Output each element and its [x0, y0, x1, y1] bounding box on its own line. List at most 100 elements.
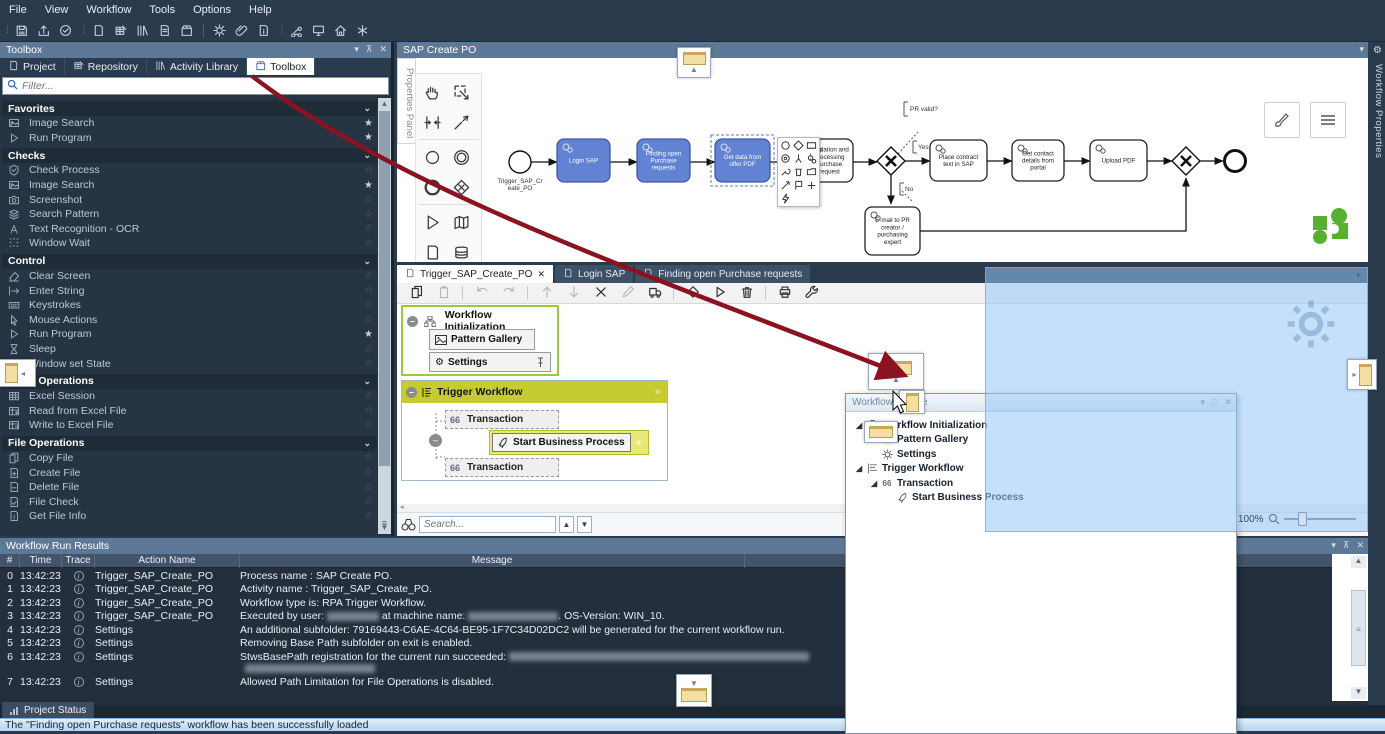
editor-paste-button[interactable] — [430, 285, 457, 302]
editor-edit-button[interactable] — [614, 285, 641, 302]
save-toolbar-button[interactable] — [11, 22, 33, 40]
section-favorites[interactable]: Favorites⌄ — [2, 101, 377, 116]
editor-arrow-up-button[interactable] — [533, 285, 560, 302]
menu-help[interactable]: Help — [240, 2, 281, 18]
editor-copy-button[interactable] — [403, 285, 430, 302]
search-prev-button[interactable]: ▲ — [559, 516, 574, 533]
toolbox-item[interactable]: Clear Screen ☆ — [2, 269, 377, 284]
editor-delete-x-button[interactable] — [587, 285, 614, 302]
favorite-star-icon[interactable]: ☆ — [364, 209, 373, 220]
toolbox-item[interactable]: Screenshot ☆ — [2, 192, 377, 207]
pin-icon[interactable]: ⊼ — [366, 44, 373, 55]
collapse-icon[interactable]: – — [406, 387, 417, 398]
home-toolbar-button[interactable] — [329, 22, 351, 40]
menu-file[interactable]: File — [0, 2, 36, 18]
scroll-down-icon[interactable]: ▼ — [1351, 687, 1366, 699]
section-file-operations[interactable]: File Operations⌄ — [2, 436, 377, 451]
tab-project-status[interactable]: Project Status — [2, 702, 94, 718]
favorite-star-icon[interactable]: ☆ — [364, 467, 373, 478]
editor-tab[interactable]: Trigger_SAP_Create_PO✕ — [397, 265, 553, 283]
context-tool-2[interactable] — [805, 139, 818, 152]
context-tool-11[interactable] — [805, 179, 818, 192]
panel-menu-icon[interactable]: ▾ — [354, 44, 359, 55]
editor-search-input[interactable] — [419, 516, 556, 533]
favorite-star-icon[interactable]: ★ — [364, 118, 373, 129]
brush-button[interactable] — [1264, 102, 1300, 138]
context-tool-1[interactable] — [792, 139, 805, 152]
panel-menu-icon[interactable]: ▾ — [1359, 44, 1364, 55]
tab-repository[interactable]: Repository — [65, 58, 147, 75]
results-scrollbar[interactable]: ▲ ≡ ▼ — [1332, 554, 1368, 701]
asterisk-toolbar-button[interactable] — [351, 22, 373, 40]
nodes-toolbar-button[interactable] — [285, 22, 307, 40]
editor-truck-button[interactable] — [641, 285, 668, 302]
tab-activity-library[interactable]: Activity Library — [147, 58, 247, 75]
toolbox-item[interactable]: Run Program ★ — [2, 327, 377, 342]
workflow-initialization-block[interactable]: – Workflow Initialization Pattern Galler… — [401, 305, 559, 376]
settings-button[interactable]: ⚙ Settings — [429, 352, 551, 372]
toolbox-item[interactable]: Excel Session ☆ — [2, 389, 377, 404]
editor-tab[interactable]: Finding open Purchase requests — [635, 265, 810, 283]
scroll-thumb[interactable]: ≡ — [1351, 590, 1366, 666]
favorite-star-icon[interactable]: ☆ — [364, 452, 373, 463]
chevron-down-icon[interactable]: ⌄ — [363, 376, 371, 387]
chevron-down-icon[interactable]: ⌄ — [363, 103, 371, 114]
context-tool-7[interactable] — [792, 165, 805, 178]
toolbox-item[interactable]: Delete File ☆ — [2, 480, 377, 495]
favorite-star-icon[interactable]: ☆ — [364, 344, 373, 355]
toolbox-scrollbar[interactable]: ▲ ≡ ▼ — [378, 98, 391, 534]
favorite-star-icon[interactable]: ☆ — [364, 165, 373, 176]
editor-print-button[interactable] — [771, 285, 798, 302]
favorite-star-icon[interactable]: ☆ — [364, 223, 373, 234]
check-circle-toolbar-button[interactable] — [55, 22, 77, 40]
transaction-item[interactable]: 66 Transaction — [445, 458, 559, 477]
favorite-star-icon[interactable]: ☆ — [364, 496, 373, 507]
scroll-up-icon[interactable]: ▲ — [1351, 556, 1366, 568]
context-tool-6[interactable] — [779, 165, 792, 178]
toolbox-item[interactable]: Window Wait ☆ — [2, 236, 377, 251]
editor-trash-button[interactable] — [733, 285, 760, 302]
toolbox-item[interactable]: Image Search ★ — [2, 178, 377, 193]
toolbox-item[interactable]: Window set State ☆ — [2, 356, 377, 371]
publish-toolbar-button[interactable] — [33, 22, 55, 40]
favorite-star-icon[interactable]: ☆ — [364, 358, 373, 369]
pin-icon[interactable]: ⊼ — [1343, 540, 1350, 551]
toolbox-item[interactable]: Sleep ☆ — [2, 342, 377, 357]
toolbox-item[interactable]: Get File Info ☆ — [2, 509, 377, 524]
context-tool-12[interactable] — [779, 192, 792, 205]
favorite-star-icon[interactable]: ☆ — [364, 285, 373, 296]
zoom-slider[interactable] — [1284, 518, 1356, 520]
favorite-star-icon[interactable]: ★ — [364, 132, 373, 143]
context-tool-10[interactable] — [792, 179, 805, 192]
toolbox-item[interactable]: Enter String ☆ — [2, 283, 377, 298]
context-tool-8[interactable] — [805, 165, 818, 178]
bpmn-canvas[interactable]: Trigger_SAP_Create_POLogin SAPFinding op… — [397, 58, 1368, 262]
start-event[interactable] — [509, 151, 531, 173]
chevron-down-icon[interactable]: ⌄ — [363, 150, 371, 161]
package-toolbar-button[interactable] — [176, 22, 198, 40]
scroll-up-icon[interactable]: ▲ — [378, 98, 391, 110]
toolbox-item[interactable]: Search Pattern ☆ — [2, 207, 377, 222]
pattern-gallery-button[interactable]: Pattern Gallery — [429, 329, 535, 350]
filter-input[interactable] — [22, 80, 352, 92]
library-toolbar-button[interactable] — [132, 22, 154, 40]
editor-run-button[interactable] — [706, 285, 733, 302]
document-toolbar-button[interactable] — [154, 22, 176, 40]
toolbox-item[interactable]: Text Recognition - OCR ☆ — [2, 222, 377, 237]
close-icon[interactable]: ✕ — [1356, 540, 1364, 551]
context-tool-3[interactable] — [779, 152, 792, 165]
toolbox-item[interactable]: Create File ☆ — [2, 465, 377, 480]
favorite-star-icon[interactable]: ★ — [364, 329, 373, 340]
start-business-process-selection[interactable]: Start Business Process » — [489, 430, 649, 455]
zoom-slider-thumb[interactable] — [1298, 512, 1307, 526]
panel-menu-icon[interactable]: ▾ — [1331, 540, 1336, 551]
editor-diamond-button[interactable] — [679, 285, 706, 302]
favorite-star-icon[interactable]: ☆ — [364, 511, 373, 522]
scroll-thumb[interactable] — [379, 111, 390, 466]
editor-tab[interactable]: Login SAP — [555, 265, 633, 283]
favorite-star-icon[interactable]: ☆ — [364, 405, 373, 416]
gear-toolbar-button[interactable] — [209, 22, 231, 40]
favorite-star-icon[interactable]: ☆ — [364, 194, 373, 205]
toolbox-item[interactable]: Keystrokes ☆ — [2, 298, 377, 313]
favorite-star-icon[interactable]: ☆ — [364, 420, 373, 431]
